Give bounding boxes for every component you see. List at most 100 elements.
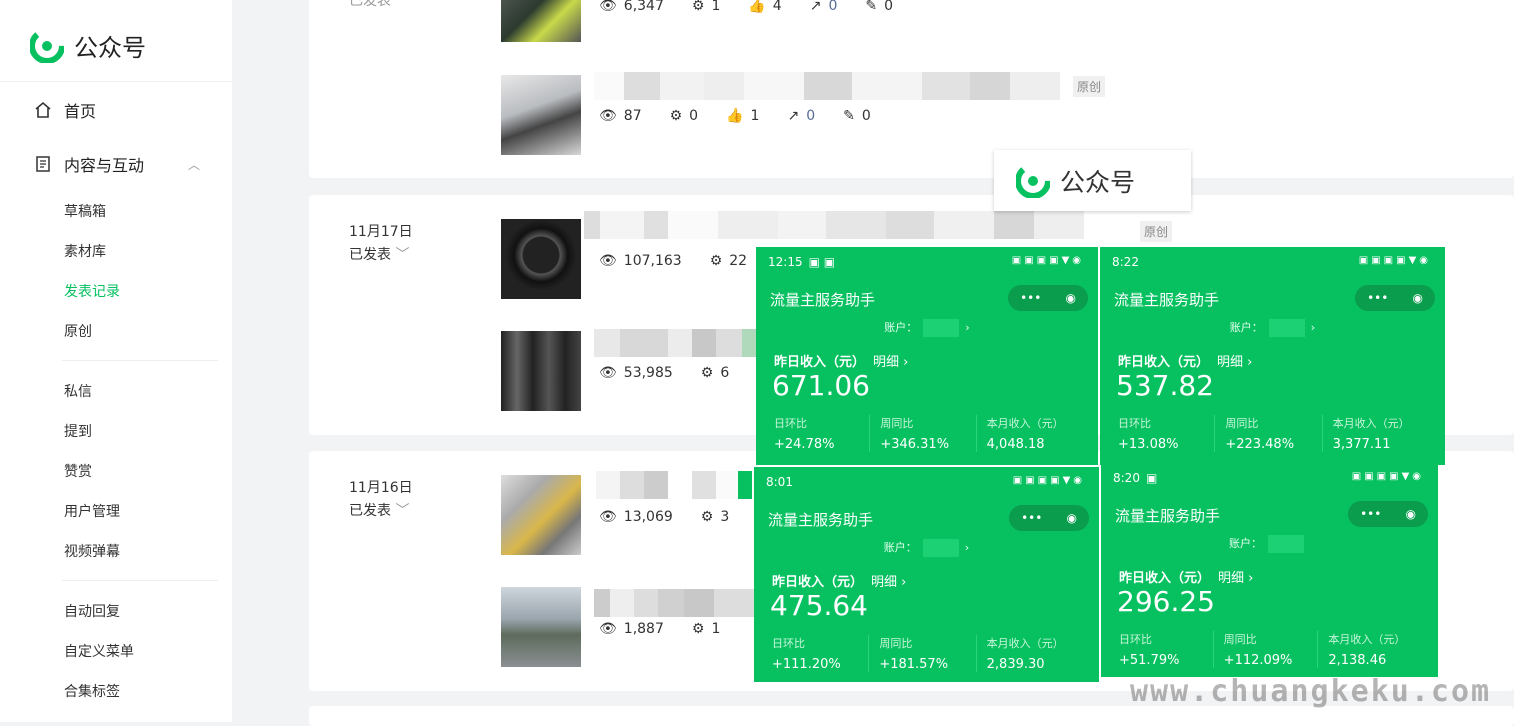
income-label: 昨日收入（元） 明细 › [772, 575, 907, 590]
post-status[interactable]: 已发表 ﹀ [349, 244, 409, 264]
thumbs-up-icon: 👍 [726, 108, 744, 124]
sidebar-item-custom-menu[interactable]: 自定义菜单 [64, 641, 134, 661]
account-row[interactable]: 账户： [1101, 535, 1438, 553]
likes-stat: 👍 1 [726, 108, 759, 124]
status-bar-time: 12:15 ▣ ▣ [768, 255, 836, 269]
watermark-logo-text: 公众号 [1060, 167, 1136, 197]
sidebar-item-rewards[interactable]: 赞赏 [64, 461, 92, 481]
nav-content-group[interactable]: 内容与互动 ︿ [34, 152, 204, 176]
nav-home[interactable]: 首页 [34, 98, 96, 122]
shares-count: 3 [720, 509, 730, 525]
miniapp-capsule[interactable]: ••• ◉ [1348, 501, 1428, 527]
blurred-title [596, 471, 752, 499]
detail-link[interactable]: 明细 › [871, 575, 906, 590]
article-stats: 👁 1,887 ⚙ 1 [599, 621, 748, 637]
forward-icon: ↗ [787, 108, 800, 124]
article-thumbnail[interactable] [501, 0, 581, 42]
miniapp-capsule[interactable]: ••• ◉ [1009, 505, 1089, 531]
sidebar-item-video-danmaku[interactable]: 视频弹幕 [64, 541, 120, 561]
detail-link[interactable]: 明细 › [873, 355, 908, 370]
eye-icon: 👁 [599, 509, 617, 525]
share-icon: ⚙ [709, 253, 723, 269]
article-thumbnail[interactable] [501, 331, 581, 411]
detail-link[interactable]: 明细 › [1218, 571, 1253, 586]
yesterday-income: 537.82 [1116, 369, 1214, 402]
article-thumbnail[interactable] [501, 219, 581, 299]
sidebar: 公众号 首页 内容与互动 ︿ 草稿箱 素材库 发表记录 原创 私信 提到 赞赏 … [0, 0, 232, 722]
detail-link[interactable]: 明细 › [1217, 355, 1252, 370]
views-stat: 👁 107,163 [599, 253, 682, 269]
site-watermark: www.chuangkeku.com [1130, 674, 1492, 709]
blurred-title [594, 72, 1060, 100]
chevron-down-icon: ﹀ [395, 247, 410, 263]
sidebar-item-users[interactable]: 用户管理 [64, 501, 120, 521]
forwards-count[interactable]: 0 [806, 108, 815, 124]
pen-icon: ✎ [865, 0, 878, 14]
post-status-label: 已发表 [349, 0, 391, 9]
account-row[interactable]: 账户： › [754, 539, 1099, 557]
article-thumbnail[interactable] [501, 75, 581, 155]
blurred-title [594, 589, 760, 617]
shares-stat: ⚙ 6 [701, 365, 729, 381]
chevron-down-icon: ﹀ [395, 503, 410, 519]
shares-count: 1 [711, 0, 721, 14]
account-row[interactable]: 账户： › [1100, 319, 1445, 337]
share-icon: ⚙ [669, 108, 683, 124]
more-icon[interactable]: ••• [1367, 291, 1388, 305]
account-row[interactable]: 账户： › [756, 319, 1098, 337]
views-count: 13,069 [623, 509, 673, 525]
more-icon[interactable]: ••• [1020, 291, 1041, 305]
close-circle-icon[interactable]: ◉ [1066, 511, 1076, 525]
views-stat: 👁 53,985 [599, 365, 673, 381]
watermark-logo: 公众号 [994, 150, 1191, 211]
comments-count: 0 [861, 108, 871, 124]
views-count: 107,163 [623, 253, 682, 269]
share-icon: ⚙ [700, 365, 714, 381]
income-metrics: 日环比 +111.20% 周同比 +181.57% 本月收入（元） 2,839.30 [770, 635, 1083, 672]
sidebar-item-drafts[interactable]: 草稿箱 [64, 201, 106, 221]
sidebar-item-publish-records[interactable]: 发表记录 [64, 281, 120, 301]
article-thumbnail[interactable] [501, 475, 581, 555]
sidebar-item-original[interactable]: 原创 [64, 321, 92, 341]
yesterday-income: 475.64 [770, 589, 868, 622]
close-circle-icon[interactable]: ◉ [1412, 291, 1422, 305]
views-count: 87 [623, 108, 642, 124]
app-logo[interactable]: 公众号 [30, 28, 146, 63]
post-status-label: 已发表 [349, 503, 391, 519]
article-stats: 👁 13,069 ⚙ 3 [599, 509, 757, 525]
views-stat: 👁 1,887 [599, 621, 664, 637]
views-count: 6,347 [623, 0, 664, 14]
sidebar-item-mentions[interactable]: 提到 [64, 421, 92, 441]
sidebar-item-messages[interactable]: 私信 [64, 381, 92, 401]
miniapp-capsule[interactable]: ••• ◉ [1355, 285, 1435, 311]
status-bar-icons: ▣▣▣▣▼◉ [1011, 255, 1084, 266]
close-circle-icon[interactable]: ◉ [1405, 507, 1415, 521]
more-icon[interactable]: ••• [1021, 511, 1042, 525]
forwards-count[interactable]: 0 [828, 0, 837, 14]
more-icon[interactable]: ••• [1360, 507, 1381, 521]
thumbs-up-icon: 👍 [748, 0, 766, 14]
original-tag: 原创 [1073, 76, 1106, 97]
divider [0, 81, 232, 82]
article-thumbnail[interactable] [501, 587, 581, 667]
miniapp-title: 流量主服务助手 [770, 291, 876, 309]
miniapp-title: 流量主服务助手 [1115, 507, 1221, 525]
comments-stat: ✎ 0 [843, 108, 871, 124]
eye-icon: 👁 [599, 108, 617, 124]
sidebar-item-collection-tags[interactable]: 合集标签 [64, 681, 120, 701]
close-circle-icon[interactable]: ◉ [1065, 291, 1075, 305]
sidebar-item-materials[interactable]: 素材库 [64, 241, 106, 261]
post-status[interactable]: 已发表 ﹀ [349, 500, 409, 520]
document-icon [36, 156, 50, 172]
income-label: 昨日收入（元） 明细 › [1118, 355, 1253, 370]
sidebar-item-auto-reply[interactable]: 自动回复 [64, 601, 120, 621]
miniapp-capsule[interactable]: ••• ◉ [1008, 285, 1088, 311]
post-status[interactable]: 已发表 ﹀ [349, 0, 409, 10]
share-icon: ⚙ [700, 509, 714, 525]
phone-screenshot-3: 8:01 ▣▣▣▣▼◉ 流量主服务助手 ••• ◉ 账户： › 昨日收入（元） 明细 … [754, 467, 1099, 682]
nav-home-label: 首页 [64, 102, 97, 121]
post-group-card: 已发表 ﹀ 👁 6,347 ⚙ 1 👍 4 ↗ 0 ✎ 0 原创 👁 87 ⚙ 0 👍 1 ↗ 0… [309, 0, 1514, 178]
eye-icon: 👁 [599, 365, 617, 381]
likes-count: 1 [750, 108, 760, 124]
likes-stat: 👍 4 [748, 0, 781, 14]
